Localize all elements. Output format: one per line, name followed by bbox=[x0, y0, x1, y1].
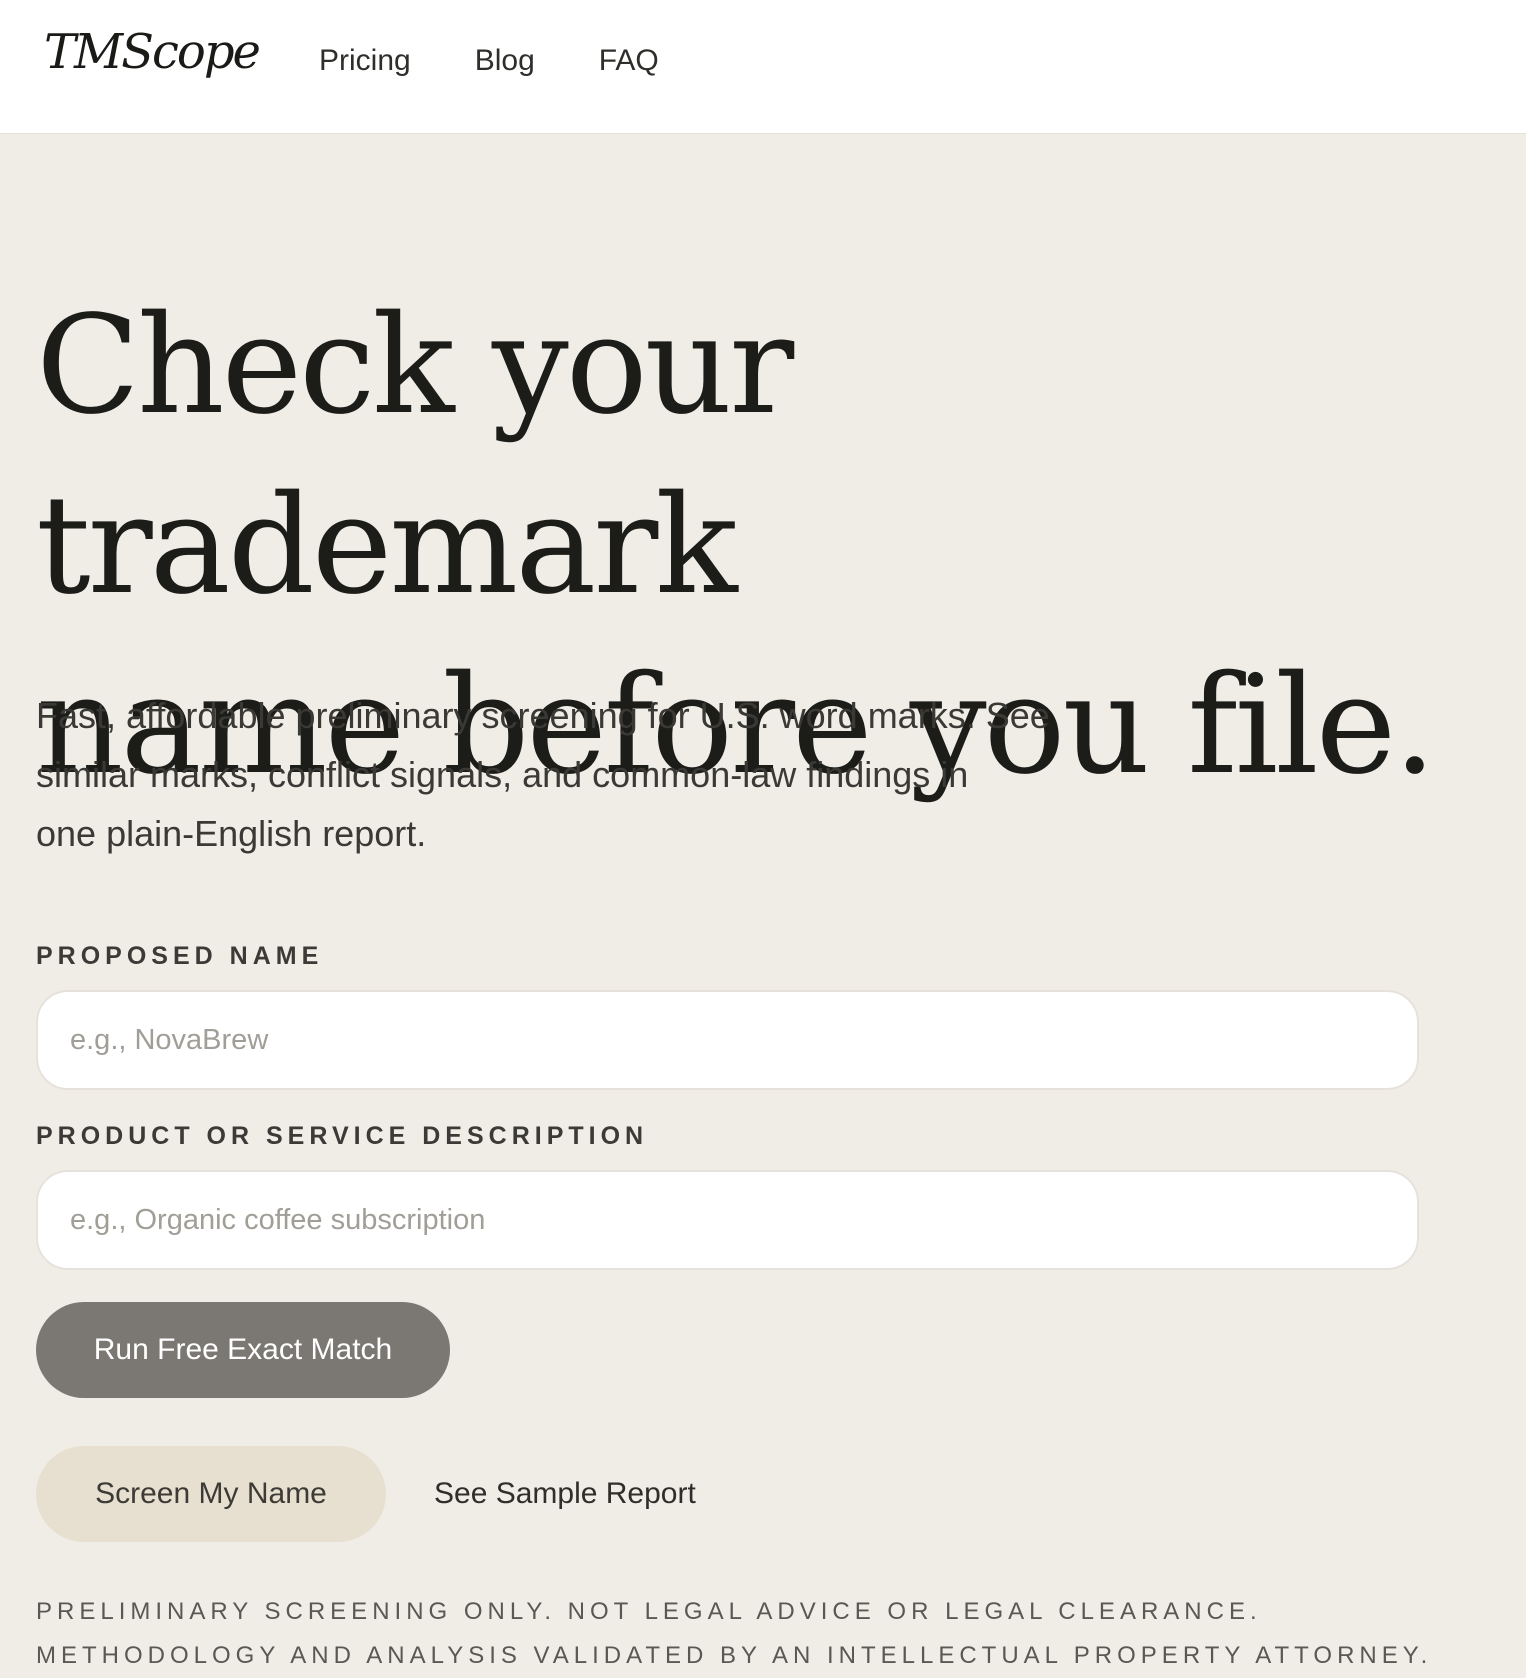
screen-my-name-button[interactable]: Screen My Name bbox=[36, 1446, 386, 1542]
logo[interactable]: TMScope bbox=[44, 28, 261, 76]
nav-link-pricing[interactable]: Pricing bbox=[319, 46, 411, 76]
nav-link-faq[interactable]: FAQ bbox=[599, 46, 659, 76]
disclaimer: PRELIMINARY SCREENING ONLY. NOT LEGAL AD… bbox=[36, 1590, 1496, 1678]
site-header: TMScope Pricing Blog FAQ bbox=[0, 0, 1526, 134]
main-nav: Pricing Blog FAQ bbox=[319, 46, 659, 76]
proposed-name-input[interactable] bbox=[36, 990, 1419, 1090]
description-label: PRODUCT OR SERVICE DESCRIPTION bbox=[36, 1122, 649, 1150]
hero-subtext-line-2: similar marks, conflict signals, and com… bbox=[36, 754, 969, 795]
description-input[interactable] bbox=[36, 1170, 1419, 1270]
proposed-name-label: PROPOSED NAME bbox=[36, 942, 324, 970]
hero-subtext: Fast, affordable preliminary screening f… bbox=[36, 686, 1116, 863]
nav-link-blog[interactable]: Blog bbox=[475, 46, 535, 76]
hero-headline-line-1: Check your trademark bbox=[36, 287, 794, 625]
disclaimer-line-2: METHODOLOGY AND ANALYSIS VALIDATED BY AN… bbox=[36, 1642, 1433, 1669]
run-free-exact-match-button[interactable]: Run Free Exact Match bbox=[36, 1302, 450, 1398]
disclaimer-line-1: PRELIMINARY SCREENING ONLY. NOT LEGAL AD… bbox=[36, 1598, 1262, 1625]
hero-subtext-line-1: Fast, affordable preliminary screening f… bbox=[36, 695, 1050, 736]
see-sample-report-link[interactable]: See Sample Report bbox=[434, 1479, 696, 1509]
hero-subtext-line-3: one plain-English report. bbox=[36, 813, 427, 854]
